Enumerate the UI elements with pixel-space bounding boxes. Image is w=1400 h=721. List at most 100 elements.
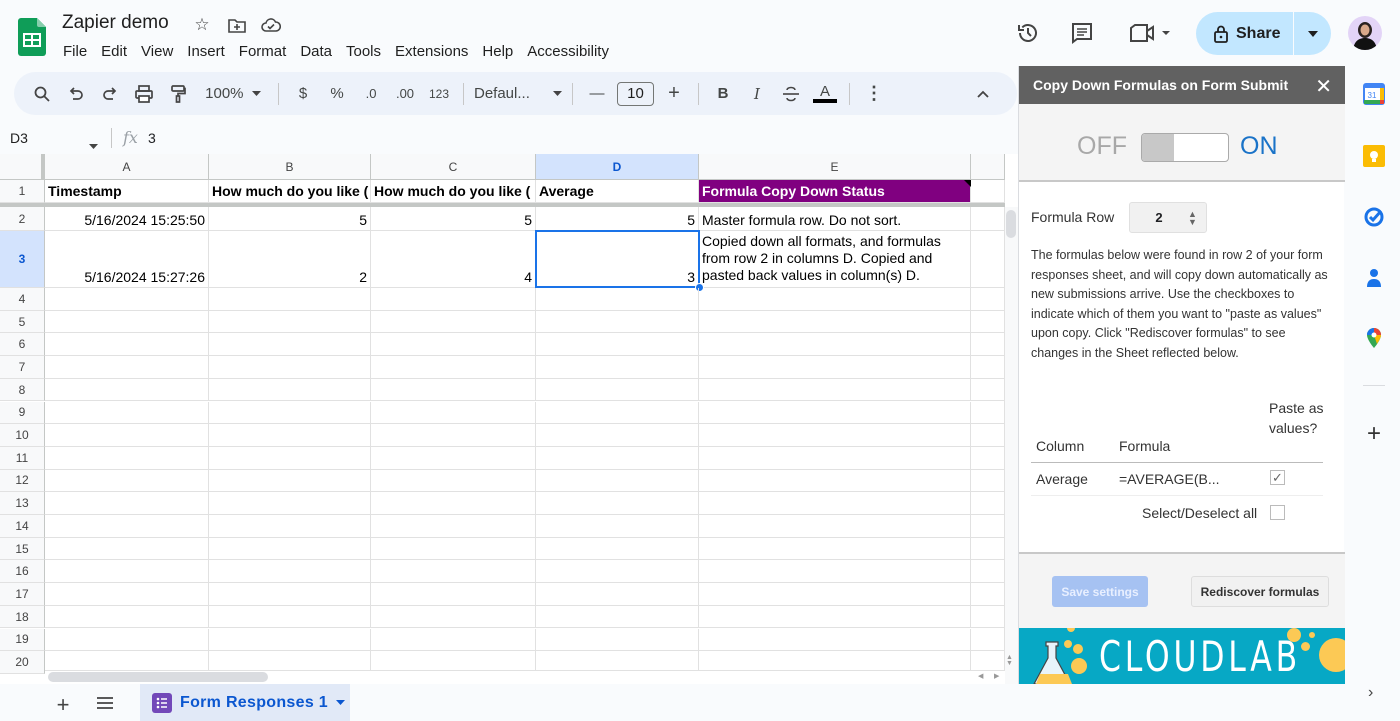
scroll-down-icon[interactable]: ▼ [1006,660,1013,667]
row-header-15[interactable]: 15 [0,537,45,561]
cell-c3[interactable]: 4 [371,231,536,288]
cell-d11[interactable] [536,446,699,470]
row-header-16[interactable]: 16 [0,560,45,584]
search-menus-icon[interactable] [28,80,56,108]
cell-f17[interactable] [971,583,1005,606]
paint-format-icon[interactable] [164,80,192,108]
cell-d16[interactable] [536,560,699,584]
cell-a15[interactable] [45,537,209,561]
star-icon[interactable]: ☆ [191,14,213,36]
version-history-icon[interactable] [1015,20,1041,46]
enable-toggle[interactable] [1141,133,1229,162]
cell-a11[interactable] [45,446,209,470]
cell-f16[interactable] [971,560,1005,584]
cell-e14[interactable] [699,515,971,538]
row-header-19[interactable]: 19 [0,628,45,652]
cell-c1[interactable]: How much do you like ( [371,180,536,203]
formula-row-select[interactable]: 2 ▲ ▼ [1129,202,1207,233]
cell-f14[interactable] [971,515,1005,538]
close-sidebar-icon[interactable]: ✕ [1315,74,1332,99]
format-percent-button[interactable]: % [323,80,351,108]
row-header-17[interactable]: 17 [0,583,45,606]
comments-icon[interactable] [1069,20,1095,46]
cell-b4[interactable] [209,288,371,311]
keep-icon[interactable] [1362,144,1386,168]
text-color-button[interactable]: A [811,80,839,108]
cell-a19[interactable] [45,628,209,652]
meet-icon[interactable] [1128,20,1174,46]
cell-b2[interactable]: 5 [209,207,371,231]
row-header-6[interactable]: 6 [0,333,45,357]
cell-a7[interactable] [45,356,209,379]
cell-c12[interactable] [371,469,536,493]
scroll-right-icon[interactable]: ▶ [994,672,999,680]
cell-b6[interactable] [209,333,371,357]
sheet-tab-dropdown-icon[interactable] [335,700,345,705]
cell-a6[interactable] [45,333,209,357]
italic-button[interactable]: I [743,80,771,108]
cell-a8[interactable] [45,378,209,402]
cell-a14[interactable] [45,515,209,538]
row-header-13[interactable]: 13 [0,492,45,515]
cell-b3[interactable]: 2 [209,231,371,288]
cell-a4[interactable] [45,288,209,311]
cell-a12[interactable] [45,469,209,493]
cell-e11[interactable] [699,446,971,470]
row-header-9[interactable]: 9 [0,401,45,425]
font-select[interactable]: Defaul... [474,80,562,108]
user-avatar[interactable] [1348,16,1382,50]
cell-f6[interactable] [971,333,1005,357]
cell-a9[interactable] [45,401,209,425]
row-header-20[interactable]: 20 [0,651,45,674]
maps-icon[interactable] [1362,326,1386,350]
cell-e3[interactable]: Copied down all formats, and formulas fr… [699,231,971,288]
cell-d4[interactable] [536,288,699,311]
sheet-tab-form-responses-1[interactable]: Form Responses 1 [140,684,350,721]
cell-f10[interactable] [971,424,1005,447]
paste-as-values-checkbox[interactable]: ✓ [1270,470,1285,485]
zoom-select[interactable]: 100% [198,80,268,108]
format-currency-button[interactable]: $ [289,80,317,108]
toggle-on-label[interactable]: ON [1240,132,1278,161]
cell-e16[interactable] [699,560,971,584]
cell-e17[interactable] [699,583,971,606]
print-icon[interactable] [130,80,158,108]
menu-help[interactable]: Help [475,41,520,63]
font-size-input[interactable]: 10 [617,80,654,108]
increase-decimal-button[interactable]: .00 [391,80,419,108]
cell-d2[interactable]: 5 [536,207,699,231]
cell-b12[interactable] [209,469,371,493]
cloudlab-banner[interactable]: CLOUDLAB [1019,628,1345,684]
cell-d7[interactable] [536,356,699,379]
tasks-icon[interactable] [1362,204,1386,228]
cell-c5[interactable] [371,310,536,334]
cell-e6[interactable] [699,333,971,357]
cell-d5[interactable] [536,310,699,334]
cell-c17[interactable] [371,583,536,606]
move-folder-icon[interactable] [226,14,248,36]
cell-c6[interactable] [371,333,536,357]
toggle-off-label[interactable]: OFF [1077,132,1127,161]
decrease-font-size-button[interactable]: — [583,80,611,108]
cell-c16[interactable] [371,560,536,584]
cell-f12[interactable] [971,469,1005,493]
cell-f5[interactable] [971,310,1005,334]
cell-b18[interactable] [209,605,371,629]
menu-data[interactable]: Data [293,41,339,63]
cell-e12[interactable] [699,469,971,493]
cell-d8[interactable] [536,378,699,402]
cell-f19[interactable] [971,628,1005,652]
cell-f13[interactable] [971,492,1005,515]
increase-font-size-button[interactable]: + [660,80,688,108]
row-header-10[interactable]: 10 [0,424,45,447]
cell-a3[interactable]: 5/16/2024 15:27:26 [45,231,209,288]
cell-a1[interactable]: Timestamp [45,180,209,203]
redo-icon[interactable] [96,80,124,108]
cell-b9[interactable] [209,401,371,425]
rediscover-formulas-button[interactable]: Rediscover formulas [1191,576,1329,607]
cell-d10[interactable] [536,424,699,447]
cell-c10[interactable] [371,424,536,447]
cell-e5[interactable] [699,310,971,334]
cell-f8[interactable] [971,378,1005,402]
cell-f9[interactable] [971,401,1005,425]
